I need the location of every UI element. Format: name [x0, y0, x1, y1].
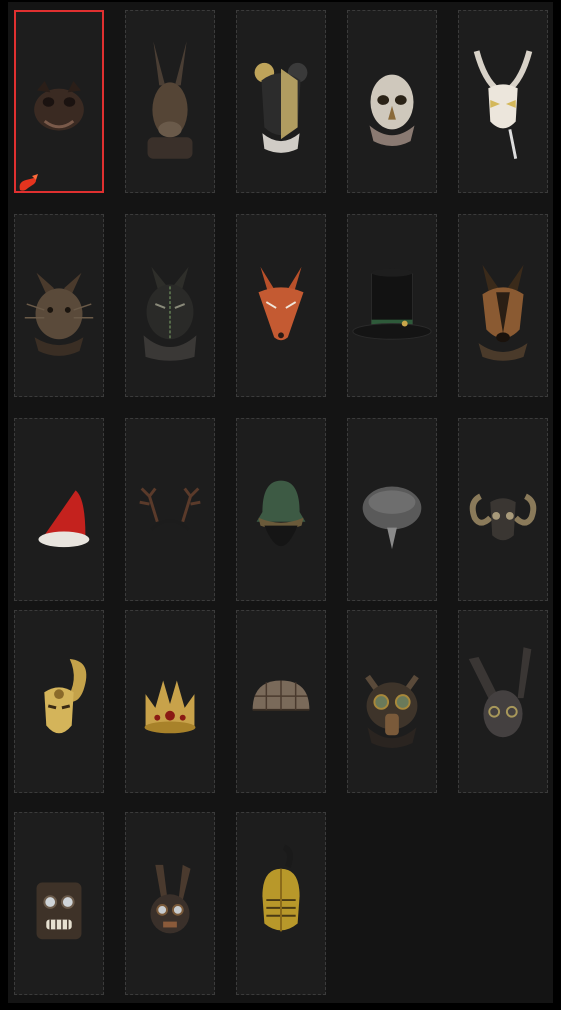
cosmetic-slot[interactable] — [236, 610, 326, 793]
pig-gas-mask-icon — [365, 674, 419, 748]
cosmetic-slot[interactable] — [125, 214, 215, 397]
scarecrow-cat-mask-icon — [24, 272, 94, 356]
stitched-cat-mask-icon — [143, 266, 197, 361]
owl-mask-icon — [369, 74, 415, 146]
mouse-harlequin-mask-icon — [254, 62, 308, 153]
cosmetic-slot[interactable] — [125, 610, 215, 793]
cosmetic-slot[interactable] — [347, 214, 437, 397]
antler-headband-icon — [139, 487, 201, 531]
cosmetic-slot[interactable] — [125, 812, 215, 995]
fox-mask-icon — [258, 266, 304, 341]
cosmetic-slot[interactable] — [236, 10, 326, 193]
fur-ushanka-icon — [362, 486, 422, 550]
cosmetic-slot[interactable] — [14, 610, 104, 793]
cosmetic-slot[interactable] — [236, 812, 326, 995]
knight-helmet-icon — [262, 844, 300, 932]
cosmetic-slot[interactable] — [236, 418, 326, 601]
santa-hat-icon — [38, 490, 90, 548]
cosmetic-slot[interactable] — [458, 10, 548, 193]
venetian-moon-mask-icon — [473, 50, 533, 159]
donkey-mask-icon — [147, 41, 193, 159]
bulldog-mask-icon — [34, 80, 84, 131]
cosmetic-slot[interactable] — [458, 610, 548, 793]
cosmetic-slot[interactable] — [458, 418, 548, 601]
cosmetic-slot[interactable] — [347, 610, 437, 793]
rabbit-mask-icon — [468, 647, 532, 738]
cosmetic-slot[interactable] — [458, 214, 548, 397]
golden-wave-mask-icon — [44, 658, 87, 734]
pointer-cursor-icon — [19, 174, 38, 191]
cosmetic-slot[interactable] — [14, 10, 104, 193]
top-hat-icon — [352, 268, 432, 340]
cosmetic-slot[interactable] — [347, 10, 437, 193]
plaid-cap-icon — [252, 680, 310, 711]
cosmetic-slot[interactable] — [14, 418, 104, 601]
cosmetic-slot[interactable] — [14, 812, 104, 995]
cosmetic-slot[interactable] — [125, 418, 215, 601]
golden-crown-icon — [144, 680, 196, 734]
cosmetic-slot[interactable] — [14, 214, 104, 397]
bucket-robot-mask-icon — [36, 882, 82, 940]
steampunk-rabbit-mask-icon — [150, 864, 191, 934]
shepherd-dog-mask-icon — [478, 264, 528, 361]
green-hood-icon — [256, 480, 306, 547]
cosmetic-slot[interactable] — [236, 214, 326, 397]
ram-skull-mask-icon — [469, 493, 537, 541]
cosmetic-slot[interactable] — [347, 418, 437, 601]
cosmetic-slot[interactable] — [125, 10, 215, 193]
